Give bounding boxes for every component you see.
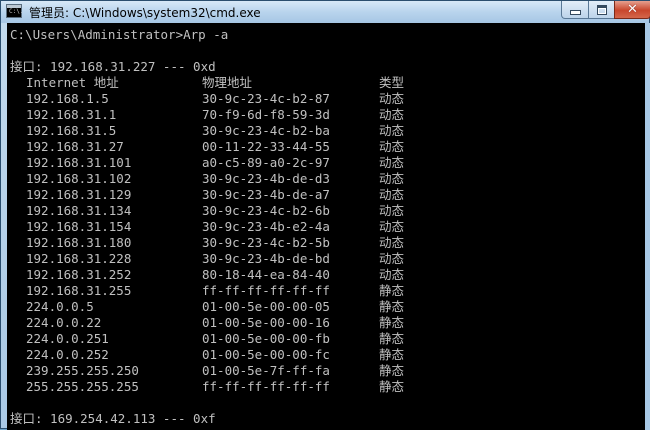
arp-type: 静态: [379, 315, 405, 330]
arp-physical-address: 30-9c-23-4b-e2-4a: [202, 219, 330, 234]
arp-physical-address: 30-9c-23-4c-b2-ba: [202, 123, 330, 138]
arp-physical-address: a0-c5-89-a0-2c-97: [202, 155, 330, 170]
interface-header-2: 接口: 169.254.42.113 --- 0xf: [10, 411, 216, 426]
arp-physical-address: 01-00-5e-00-00-fc: [202, 347, 330, 362]
arp-type: 动态: [379, 139, 405, 154]
arp-type: 静态: [379, 331, 405, 346]
arp-physical-address: ff-ff-ff-ff-ff-ff: [202, 379, 330, 394]
arp-ip-address: 192.168.31.252: [26, 267, 132, 282]
column-header-physical-address: 物理地址: [202, 75, 253, 90]
arp-ip-address: 192.168.31.129: [26, 187, 132, 202]
arp-type: 动态: [379, 91, 405, 106]
close-button[interactable]: ✕: [614, 1, 650, 19]
minimize-icon: [569, 10, 581, 15]
arp-table-row: 192.168.31.228 30-9c-23-4b-de-bd 动态: [10, 251, 610, 267]
arp-table-row: 192.168.31.102 30-9c-23-4b-de-d3 动态: [10, 171, 610, 187]
arp-type: 动态: [379, 267, 405, 282]
arp-physical-address: 30-9c-23-4c-b2-6b: [202, 203, 330, 218]
arp-table-row: 192.168.31.252 80-18-44-ea-84-40 动态: [10, 267, 610, 283]
arp-table-row: 255.255.255.255 ff-ff-ff-ff-ff-ff 静态: [10, 379, 610, 395]
arp-table-row: 192.168.31.154 30-9c-23-4b-e2-4a 动态: [10, 219, 610, 235]
arp-physical-address: 00-11-22-33-44-55: [202, 139, 330, 154]
arp-type: 动态: [379, 235, 405, 250]
arp-physical-address: 80-18-44-ea-84-40: [202, 267, 330, 282]
arp-ip-address: 224.0.0.5: [26, 299, 94, 314]
console-output[interactable]: C:\Users\Administrator>Arp -a 接口: 192.16…: [7, 23, 645, 430]
arp-type: 动态: [379, 203, 405, 218]
arp-ip-address: 192.168.31.101: [26, 155, 132, 170]
arp-ip-address: 192.168.1.5: [26, 91, 109, 106]
arp-table-row: 192.168.31.180 30-9c-23-4c-b2-5b 动态: [10, 235, 610, 251]
arp-type: 静态: [379, 283, 405, 298]
arp-table-row: 192.168.1.5 30-9c-23-4c-b2-87 动态: [10, 91, 610, 107]
interface-header: 接口: 192.168.31.227 --- 0xd: [10, 59, 216, 74]
arp-physical-address: 30-9c-23-4b-de-a7: [202, 187, 330, 202]
arp-physical-address: 01-00-5e-7f-ff-fa: [202, 363, 330, 378]
arp-table-row: 192.168.31.5 30-9c-23-4c-b2-ba 动态: [10, 123, 610, 139]
arp-type: 动态: [379, 123, 405, 138]
arp-type: 动态: [379, 187, 405, 202]
arp-ip-address: 224.0.0.251: [26, 331, 109, 346]
arp-ip-address: 192.168.31.154: [26, 219, 132, 234]
arp-type: 动态: [379, 219, 405, 234]
arp-type: 动态: [379, 171, 405, 186]
arp-table-row: 192.168.31.129 30-9c-23-4b-de-a7 动态: [10, 187, 610, 203]
arp-table-row: 224.0.0.5 01-00-5e-00-00-05 静态: [10, 299, 610, 315]
column-header-internet-address: Internet 地址: [26, 75, 119, 90]
column-header-type: 类型: [379, 75, 405, 90]
arp-table-row: 224.0.0.22 01-00-5e-00-00-16 静态: [10, 315, 610, 331]
command-line: C:\Users\Administrator>Arp -a: [10, 27, 229, 42]
arp-type: 静态: [379, 363, 405, 378]
arp-physical-address: 01-00-5e-00-00-fb: [202, 331, 330, 346]
arp-physical-address: 30-9c-23-4c-b2-87: [202, 91, 330, 106]
arp-ip-address: 224.0.0.252: [26, 347, 109, 362]
arp-physical-address: 30-9c-23-4b-de-d3: [202, 171, 330, 186]
arp-ip-address: 192.168.31.1: [26, 107, 117, 122]
arp-table-row: 224.0.0.251 01-00-5e-00-00-fb 静态: [10, 331, 610, 347]
arp-physical-address: 01-00-5e-00-00-05: [202, 299, 330, 314]
arp-table-row: 192.168.31.255 ff-ff-ff-ff-ff-ff 静态: [10, 283, 610, 299]
maximize-icon: [596, 4, 607, 15]
arp-physical-address: 01-00-5e-00-00-16: [202, 315, 330, 330]
arp-type: 动态: [379, 251, 405, 266]
arp-ip-address: 192.168.31.180: [26, 235, 132, 250]
arp-ip-address: 239.255.255.250: [26, 363, 139, 378]
arp-ip-address: 192.168.31.228: [26, 251, 132, 266]
arp-table-row: 239.255.255.250 01-00-5e-7f-ff-fa 静态: [10, 363, 610, 379]
arp-type: 动态: [379, 107, 405, 122]
arp-ip-address: 255.255.255.255: [26, 379, 139, 394]
maximize-button[interactable]: [588, 1, 615, 19]
arp-table-row: 192.168.31.101 a0-c5-89-a0-2c-97 动态: [10, 155, 610, 171]
arp-ip-address: 192.168.31.27: [26, 139, 124, 154]
arp-physical-address: 30-9c-23-4b-de-bd: [202, 251, 330, 266]
arp-table-row: 192.168.31.27 00-11-22-33-44-55 动态: [10, 139, 610, 155]
arp-physical-address: 70-f9-6d-f8-59-3d: [202, 107, 330, 122]
arp-type: 静态: [379, 299, 405, 314]
cmd-app-icon[interactable]: C:\.: [6, 4, 24, 18]
column-header-row: Internet 地址 物理地址 类型: [10, 75, 610, 91]
arp-type: 静态: [379, 379, 405, 394]
arp-ip-address: 192.168.31.102: [26, 171, 132, 186]
arp-ip-address: 192.168.31.5: [26, 123, 117, 138]
close-icon: ✕: [627, 2, 638, 17]
arp-table-row: 224.0.0.252 01-00-5e-00-00-fc 静态: [10, 347, 610, 363]
arp-table-row: 192.168.31.1 70-f9-6d-f8-59-3d 动态: [10, 107, 610, 123]
minimize-button[interactable]: [561, 1, 589, 19]
cmd-app-icon-text: C:\.: [9, 8, 24, 15]
window-title: 管理员: C:\Windows\system32\cmd.exe: [29, 6, 261, 20]
arp-type: 静态: [379, 347, 405, 362]
arp-ip-address: 192.168.31.255: [26, 283, 132, 298]
scrollbar[interactable]: [645, 23, 650, 430]
arp-type: 动态: [379, 155, 405, 170]
arp-ip-address: 224.0.0.22: [26, 315, 102, 330]
arp-table-row: 192.168.31.134 30-9c-23-4c-b2-6b 动态: [10, 203, 610, 219]
cmd-window: C:\. 管理员: C:\Windows\system32\cmd.exe ✕ …: [0, 0, 650, 430]
title-bar[interactable]: C:\. 管理员: C:\Windows\system32\cmd.exe: [1, 1, 649, 23]
arp-ip-address: 192.168.31.134: [26, 203, 132, 218]
arp-physical-address: 30-9c-23-4c-b2-5b: [202, 235, 330, 250]
arp-physical-address: ff-ff-ff-ff-ff-ff: [202, 283, 330, 298]
